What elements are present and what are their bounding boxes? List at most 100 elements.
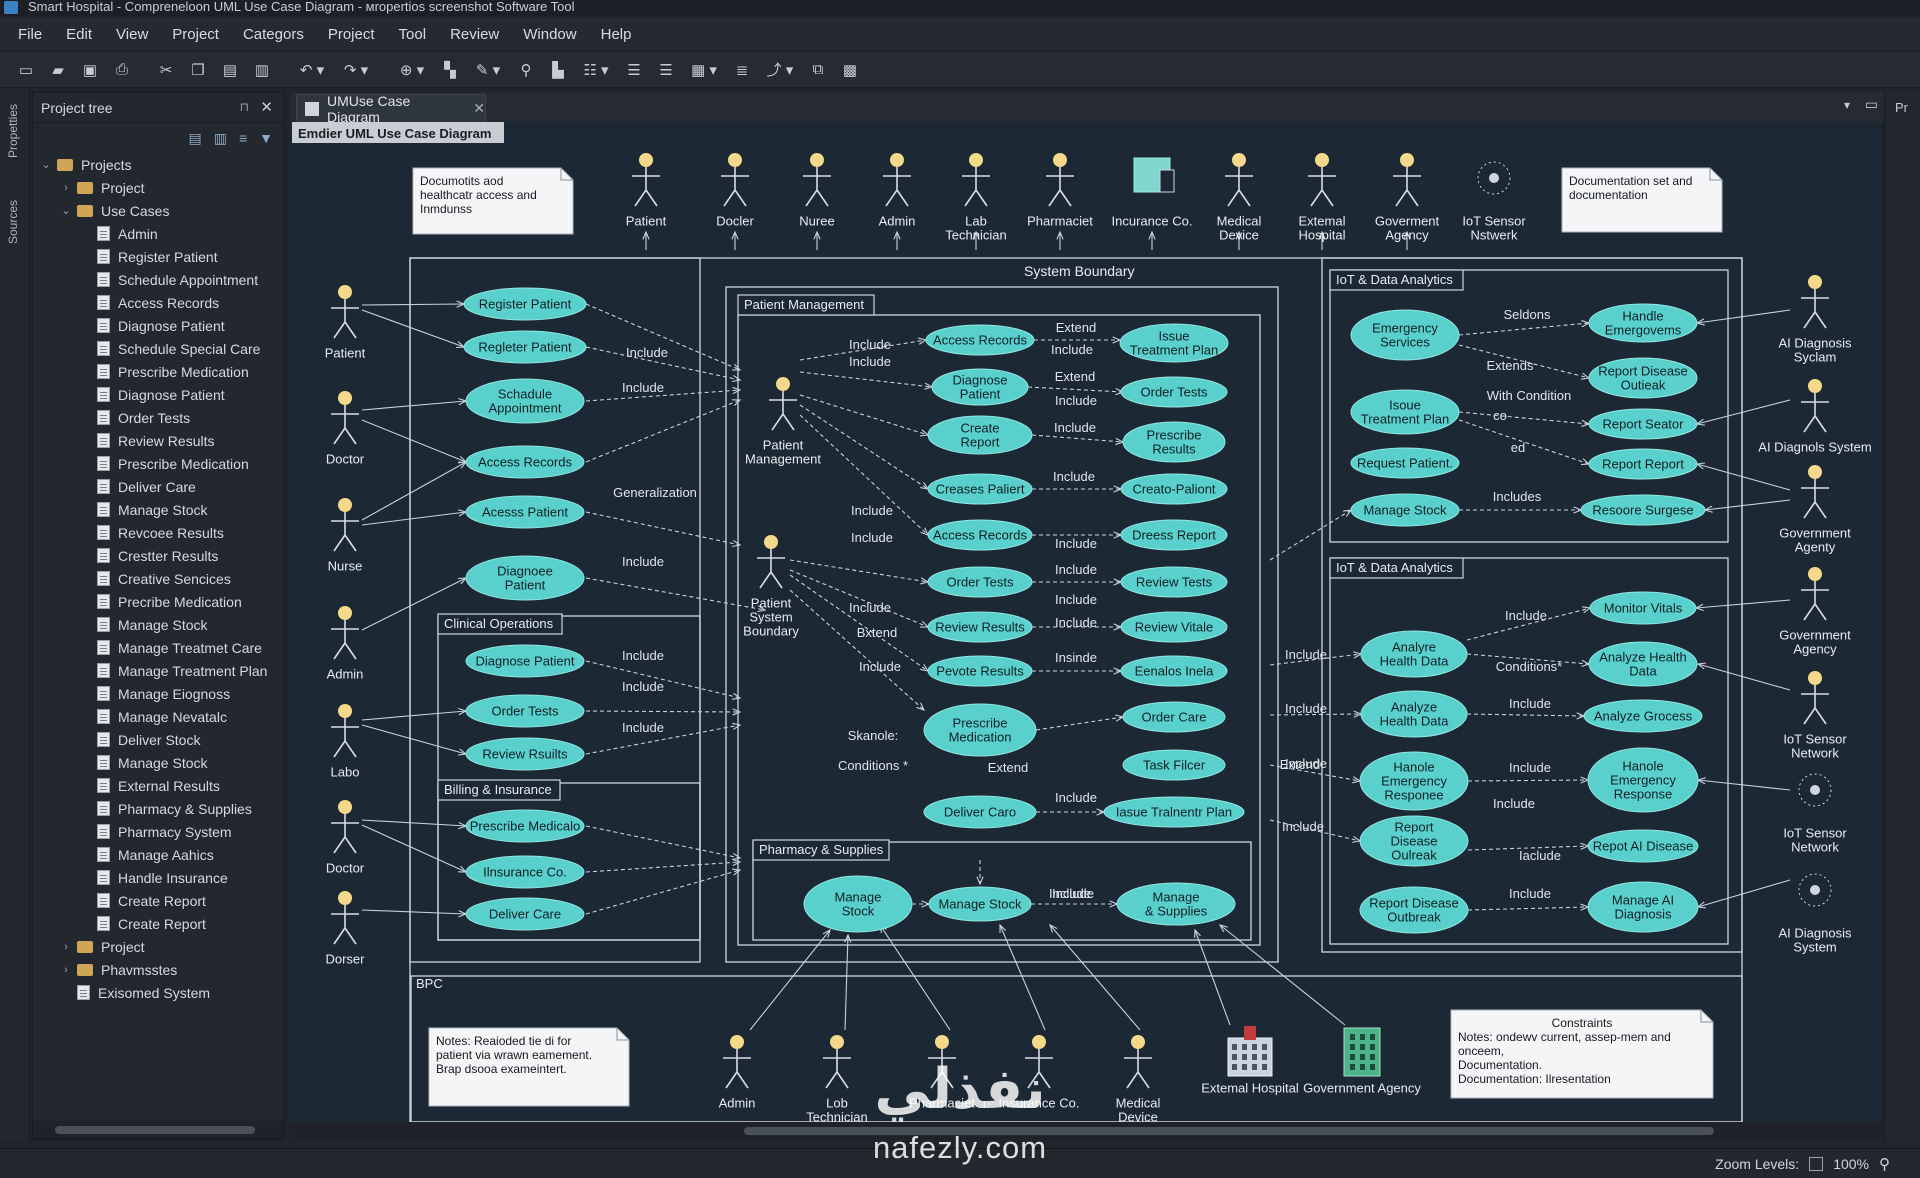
usecase-center-17[interactable]: Eenalos Inela xyxy=(1120,655,1228,687)
usecase-center-16[interactable]: Review Vitale xyxy=(1120,611,1228,643)
usecase-iot-bottom-6[interactable]: Analyze Health Data xyxy=(1588,641,1698,687)
tree-item[interactable]: Diagnose Patient xyxy=(33,314,283,337)
usecase-center-14[interactable]: Dreess Report xyxy=(1120,519,1228,551)
open-folder-icon[interactable]: ▰ xyxy=(44,57,72,83)
actor-right-3[interactable] xyxy=(1801,567,1829,621)
usecase-center-11[interactable]: Order Tests xyxy=(1120,376,1228,408)
indent-icon[interactable]: ☰ xyxy=(620,57,648,83)
usecase-iot-bottom-10[interactable]: Manage AI Diagnosis xyxy=(1587,881,1699,933)
usecase-iot-bottom-2[interactable]: Hanole Emergency Responee xyxy=(1359,751,1469,811)
tree-item[interactable]: ⌄ Projects xyxy=(33,153,283,176)
undo-icon[interactable]: ↶ ▾ xyxy=(292,57,332,83)
actor-top-8[interactable] xyxy=(1308,153,1336,207)
tree-item[interactable]: Manage Stock xyxy=(33,751,283,774)
usecase-left-1[interactable]: Regleter Patient xyxy=(463,330,587,364)
actor-top-5[interactable] xyxy=(1046,153,1074,207)
usecase-iot-bottom-3[interactable]: Report Disease Oulreak xyxy=(1359,815,1469,867)
tree-item[interactable]: Deliver Care xyxy=(33,475,283,498)
usecase-left-6[interactable]: Diagnose Patient xyxy=(465,644,585,678)
tree-item[interactable]: Manage Eiognoss xyxy=(33,682,283,705)
tree-item[interactable]: Handle Insurance xyxy=(33,866,283,889)
copy-icon[interactable]: ❐ xyxy=(184,57,212,83)
list-icon[interactable]: ≣ xyxy=(728,57,756,83)
menu-help-9[interactable]: Help xyxy=(589,26,644,43)
tree-item[interactable]: › Project xyxy=(33,176,283,199)
usecase-pharmacy-0[interactable]: Manage Stock xyxy=(803,875,913,933)
usecase-center-0[interactable]: Access Records xyxy=(925,324,1035,356)
tree-item[interactable]: Order Tests xyxy=(33,406,283,429)
tab-usecase-diagram[interactable]: UMUse Case Diagram ✕ xyxy=(296,93,486,125)
usecase-iot-bottom-8[interactable]: Hanole Emergency Response xyxy=(1587,747,1699,813)
tree-item[interactable]: External Results xyxy=(33,774,283,797)
expand-all-icon[interactable]: ▥ xyxy=(214,130,227,147)
tree-item[interactable]: Pharmacy & Supplies xyxy=(33,797,283,820)
expand-chevron-icon[interactable]: ⌄ xyxy=(39,158,53,171)
actor-bottom-3[interactable] xyxy=(1025,1035,1053,1089)
collapse-all-icon[interactable]: ▤ xyxy=(189,130,202,147)
usecase-center-3[interactable]: Creases Paliert xyxy=(927,473,1033,505)
sort-icon[interactable]: ≡ xyxy=(239,130,247,146)
tree-item[interactable]: Manage Treatment Plan xyxy=(33,659,283,682)
tree-item[interactable]: Creative Sencices xyxy=(33,567,283,590)
usecase-pharmacy-2[interactable]: Manage & Supplies xyxy=(1116,882,1236,926)
actor-bottom-1[interactable] xyxy=(823,1035,851,1089)
usecase-iot-top-6[interactable]: Report Seator xyxy=(1588,408,1698,440)
new-file-icon[interactable]: ▭ xyxy=(12,57,40,83)
zoom-search-icon[interactable]: ⚲ xyxy=(1879,1155,1890,1173)
tab-close-icon[interactable]: ✕ xyxy=(473,100,485,117)
cut-icon[interactable]: ✂ xyxy=(152,57,180,83)
tree-item[interactable]: › Phavmsstes xyxy=(33,958,283,981)
tree-item[interactable]: ⌄ Use Cases xyxy=(33,199,283,222)
usecase-left-10[interactable]: Ilnsurance Co. xyxy=(465,855,585,889)
actor-left-5[interactable] xyxy=(331,800,359,854)
use-case-diagram[interactable]: Patient Management IoT & Data Analytics Io… xyxy=(290,122,1884,1122)
actor-top-10[interactable] xyxy=(1477,161,1511,195)
menu-tool-6[interactable]: Tool xyxy=(387,26,439,43)
usecase-left-0[interactable]: Register Patient xyxy=(463,287,587,321)
usecase-center-10[interactable]: Issue Treatment Plan xyxy=(1119,323,1229,363)
tree-item[interactable]: Register Patient xyxy=(33,245,283,268)
tree-horizontal-scrollbar[interactable] xyxy=(33,1121,283,1139)
diagram-canvas[interactable]: Patient Management IoT & Data Analytics Io… xyxy=(290,122,1884,1122)
usecase-center-8[interactable]: Prescribe Medication xyxy=(923,703,1037,757)
usecase-center-12[interactable]: Prescribe Results xyxy=(1122,421,1226,463)
usecase-center-15[interactable]: Review Tests xyxy=(1120,566,1228,598)
filter-icon[interactable]: ▼ xyxy=(259,130,273,146)
tree-item[interactable]: Crestter Results xyxy=(33,544,283,567)
actor-left-2[interactable] xyxy=(331,498,359,552)
actor-left-0[interactable] xyxy=(331,285,359,339)
paste-icon[interactable]: ▤ xyxy=(216,57,244,83)
align-icon[interactable]: ▚ xyxy=(436,57,464,83)
usecase-iot-top-7[interactable]: Report Report xyxy=(1588,448,1698,480)
tree-item[interactable]: Manage Stock xyxy=(33,613,283,636)
usecase-center-9[interactable]: Deliver Caro xyxy=(923,795,1037,829)
usecase-iot-top-3[interactable]: Manage Stock xyxy=(1350,493,1460,527)
expand-chevron-icon[interactable]: › xyxy=(59,964,73,976)
connector-icon[interactable]: ⤴ ▾ xyxy=(760,57,800,83)
usecase-iot-top-4[interactable]: Handle Emergovems xyxy=(1588,303,1698,343)
tree-item[interactable]: Exisomed System xyxy=(33,981,283,1004)
usecase-iot-bottom-4[interactable]: Report Disease Outbreak xyxy=(1359,886,1469,934)
tree-item[interactable]: Create Report xyxy=(33,912,283,935)
usecase-center-13[interactable]: Creato-Paliont xyxy=(1120,473,1228,505)
usecase-center-6[interactable]: Review Results xyxy=(927,611,1033,643)
usecase-iot-bottom-0[interactable]: Analyre Health Data xyxy=(1360,630,1468,678)
table-icon[interactable]: ▦ ▾ xyxy=(684,57,724,83)
zoom-icon[interactable]: ⊕ ▾ xyxy=(392,57,432,83)
usecase-iot-bottom-1[interactable]: Analyze Health Data xyxy=(1360,690,1468,738)
close-icon[interactable]: ✕ xyxy=(260,98,273,116)
usecase-center-7[interactable]: Pevote Results xyxy=(927,655,1033,687)
actor-right-2[interactable] xyxy=(1801,465,1829,519)
tree-item[interactable]: Schedule Special Care xyxy=(33,337,283,360)
usecase-iot-top-0[interactable]: Emergency Services xyxy=(1350,309,1460,361)
usecase-center-2[interactable]: Create Report xyxy=(927,415,1033,455)
actor-right-0[interactable] xyxy=(1801,275,1829,329)
save-icon[interactable]: ▣ xyxy=(76,57,104,83)
actor-right-4[interactable] xyxy=(1801,671,1829,725)
layout-icon[interactable]: ▙ xyxy=(544,57,572,83)
actor-bottom-5[interactable] xyxy=(1227,1026,1273,1077)
usecase-iot-top-2[interactable]: Request Patient. xyxy=(1350,447,1460,479)
tree-item[interactable]: Schedule Appointment xyxy=(33,268,283,291)
actor-top-0[interactable] xyxy=(632,153,660,207)
usecase-left-11[interactable]: Deliver Care xyxy=(465,897,585,931)
